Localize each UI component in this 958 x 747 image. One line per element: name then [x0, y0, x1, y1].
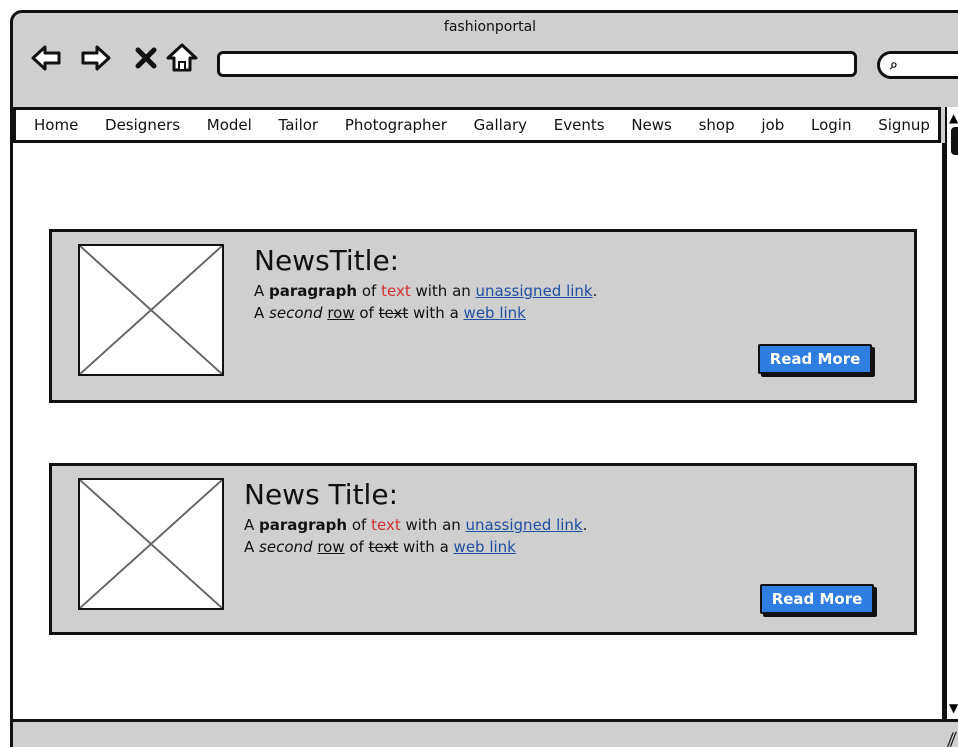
red-text: text	[371, 516, 401, 534]
news-card: News Title: A paragraph of text with an …	[49, 463, 917, 635]
text-segment: A	[244, 538, 260, 556]
menu-item-signup[interactable]: Signup	[878, 116, 930, 134]
window-title: fashionportal	[443, 19, 537, 35]
text-segment: of	[354, 304, 379, 322]
scroll-up-icon[interactable]: ▲	[949, 111, 958, 125]
menu-item-photographer[interactable]: Photographer	[345, 116, 447, 134]
text-segment: .	[592, 282, 598, 300]
menu-item-events[interactable]: Events	[554, 116, 605, 134]
read-more-button[interactable]: Read More	[760, 584, 874, 614]
news-title: NewsTitle:	[254, 244, 400, 277]
image-placeholder	[78, 244, 224, 376]
menu-item-news[interactable]: News	[631, 116, 672, 134]
text-segment: A	[244, 516, 260, 534]
italic-text: second	[259, 538, 313, 556]
underlined-text: row	[327, 304, 355, 322]
status-bar: ⁄⁄	[13, 719, 958, 747]
scroll-down-icon[interactable]: ▼	[949, 701, 958, 715]
back-arrow-icon[interactable]	[29, 41, 63, 75]
news-paragraph-line-1: A paragraph of text with an unassigned l…	[254, 282, 597, 300]
underlined-text: row	[317, 538, 345, 556]
news-title: News Title:	[244, 478, 398, 511]
menu-item-job[interactable]: job	[761, 116, 784, 134]
browser-window: fashionportal ⌕ Home Designers Model Tai…	[10, 10, 958, 747]
news-card: NewsTitle: A paragraph of text with an u…	[49, 229, 917, 403]
text-segment: with a	[408, 304, 464, 322]
text-segment: of	[344, 538, 369, 556]
italic-text: second	[269, 304, 323, 322]
unassigned-link[interactable]: unassigned link	[466, 516, 583, 534]
text-segment: of	[357, 282, 382, 300]
strikethrough-text: text	[378, 304, 409, 322]
search-field[interactable]: ⌕	[877, 51, 958, 79]
text-segment: .	[582, 516, 588, 534]
text-segment: with a	[398, 538, 454, 556]
news-paragraph-line-2: A second row of text with a web link	[244, 538, 516, 556]
vertical-scrollbar[interactable]: ▲ ▼	[945, 107, 958, 719]
menu-item-login[interactable]: Login	[811, 116, 851, 134]
menu-item-tailor[interactable]: Tailor	[279, 116, 319, 134]
news-paragraph-line-1: A paragraph of text with an unassigned l…	[244, 516, 587, 534]
text-segment: A	[254, 304, 270, 322]
menu-item-model[interactable]: Model	[207, 116, 252, 134]
address-bar[interactable]	[217, 51, 857, 77]
page-content: NewsTitle: A paragraph of text with an u…	[13, 143, 945, 719]
home-icon[interactable]	[165, 41, 199, 75]
text-segment: with an	[410, 282, 476, 300]
close-icon[interactable]	[129, 41, 163, 75]
read-more-button[interactable]: Read More	[758, 344, 872, 374]
image-placeholder	[78, 478, 224, 610]
text-segment: A	[254, 282, 270, 300]
text-segment: with an	[400, 516, 466, 534]
search-icon: ⌕	[890, 57, 898, 73]
menu-item-designers[interactable]: Designers	[105, 116, 180, 134]
red-text: text	[381, 282, 411, 300]
bold-text: paragraph	[259, 516, 348, 534]
menu-item-home[interactable]: Home	[34, 116, 78, 134]
scroll-thumb[interactable]	[951, 127, 958, 155]
bold-text: paragraph	[269, 282, 358, 300]
forward-arrow-icon[interactable]	[79, 41, 113, 75]
nav-menu: Home Designers Model Tailor Photographer…	[13, 107, 941, 143]
web-link[interactable]: web link	[464, 304, 526, 322]
resize-grip-icon[interactable]: ⁄⁄	[947, 730, 957, 747]
news-paragraph-line-2: A second row of text with a web link	[254, 304, 526, 322]
strikethrough-text: text	[368, 538, 399, 556]
web-link[interactable]: web link	[454, 538, 516, 556]
menu-item-gallary[interactable]: Gallary	[474, 116, 527, 134]
menu-item-shop[interactable]: shop	[699, 116, 735, 134]
text-segment: of	[347, 516, 372, 534]
unassigned-link[interactable]: unassigned link	[476, 282, 593, 300]
